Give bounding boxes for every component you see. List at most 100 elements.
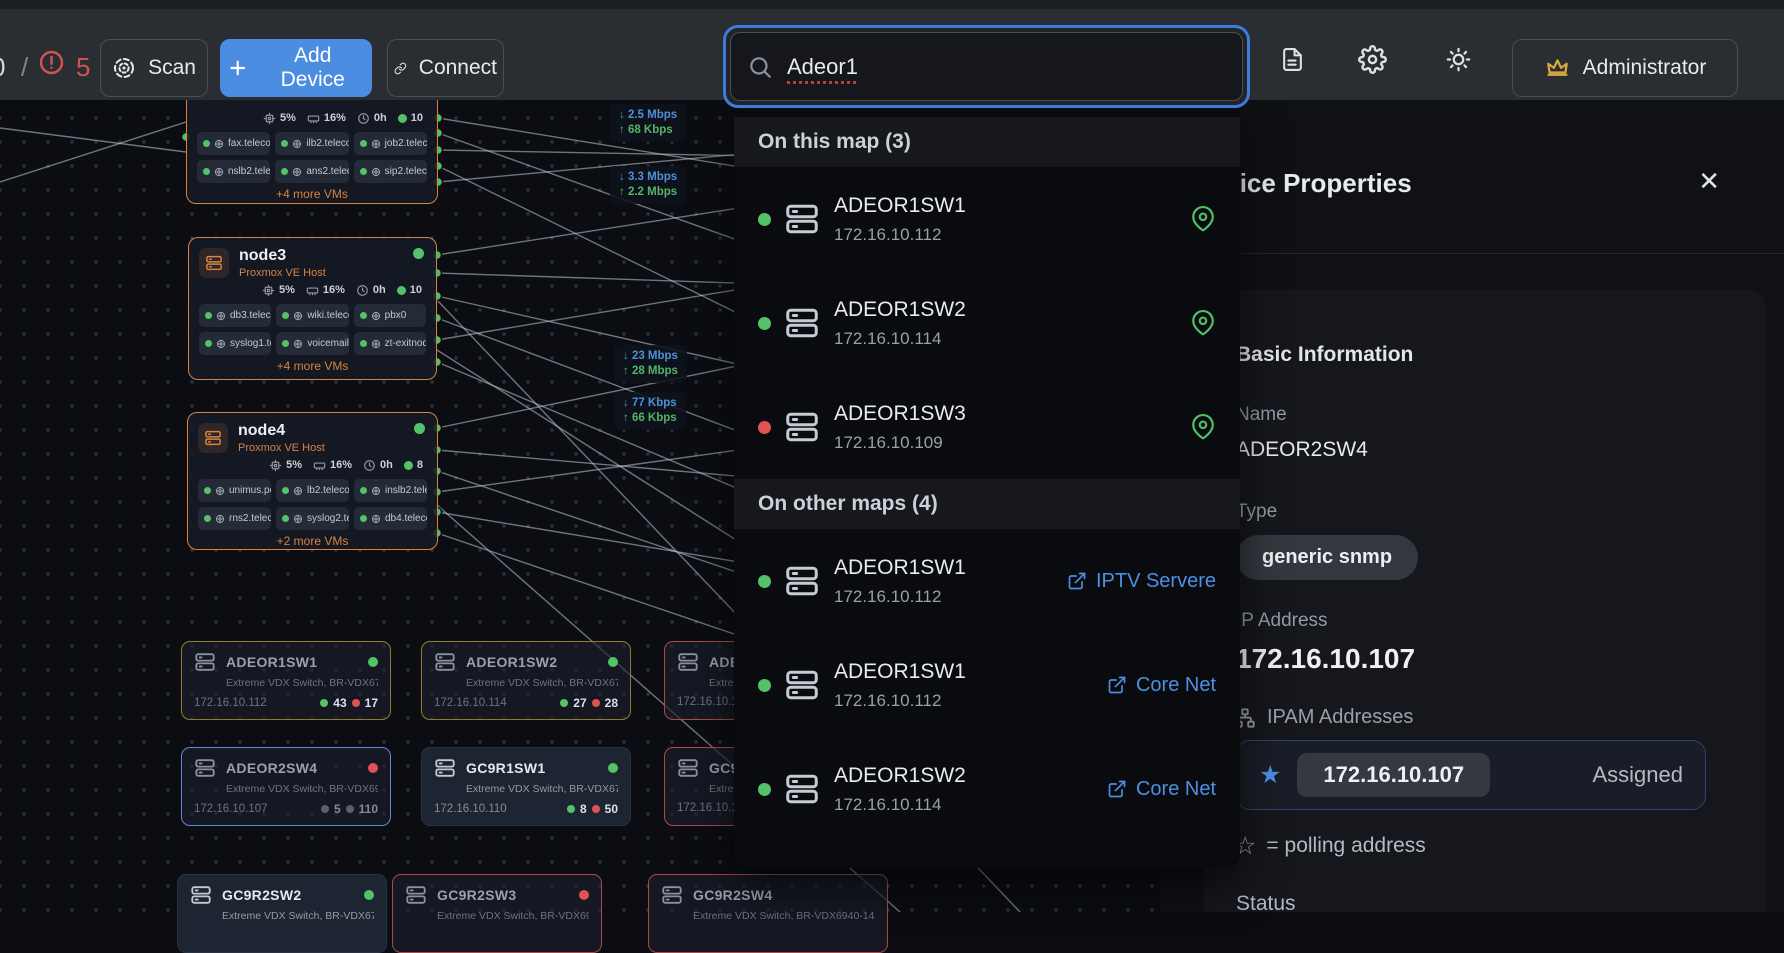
device-card-gc9r2sw3[interactable]: GC9R2SW3 Extreme VDX Switch, BR-VDX6940-… [392,874,602,953]
port-counters: 850 [567,802,618,816]
uptime-stat: 0h [363,459,393,472]
link-bandwidth-label: ↓ 23 Mbps↑ 28 Mbps [614,345,687,383]
switch-icon [677,651,699,673]
host-stats: 5% 16% 0h 10 [197,108,427,128]
device-name: GC9R2SW4 [693,887,772,903]
section-title: Basic Information [1236,343,1413,367]
device-ip: 172.16.10.1 [677,696,738,708]
status-dot-up [608,763,618,773]
section-on-other-maps: On other maps (4) [734,479,1240,529]
status-dot-up [414,423,425,434]
search-input[interactable]: Adeor1 [730,32,1243,101]
vm-chip[interactable]: pbx0 [354,304,426,327]
polling-star-icon[interactable]: ★ [1259,760,1281,790]
vm-chip[interactable]: wiki.teleco... [276,304,348,327]
vm-count-stat: 8 [404,459,423,471]
close-icon[interactable]: ✕ [1698,166,1720,197]
cpu-stat: 5% [262,284,295,297]
search-result-other-map[interactable]: ADEOR1SW2172.16.10.114 Core Net [734,737,1240,841]
vm-chip[interactable]: nslb2.telec... [197,160,270,183]
vm-chip[interactable]: sip2.teleco... [354,160,427,183]
ipam-status: Assigned [1592,762,1683,788]
port-counters: 5110 [321,802,378,816]
device-type-badge: generic snmp [1236,535,1418,580]
vm-chip[interactable]: db4.teleco... [354,507,427,530]
vm-chip[interactable]: unimus.po... [198,479,271,502]
external-link-icon [1107,779,1127,799]
ip-address-value: 172.16.10.107 [1236,643,1415,675]
vm-chip[interactable]: syslog2.tel... [276,507,349,530]
device-description: Extreme VDX Switch, BR-VDX6740T, Network… [466,677,618,689]
device-ip: 172.16.10.107 [194,803,268,815]
device-card-gc9r2sw4[interactable]: GC9R2SW4 Extreme VDX Switch, BR-VDX6940-… [648,874,888,953]
vm-list: db3.teleco... wiki.teleco... pbx0 syslog… [199,304,426,355]
port-counters: 4317 [320,696,378,710]
memory-stat: 16% [306,284,345,297]
open-map-link[interactable]: Core Net [1107,778,1216,801]
vm-chip[interactable]: rns2.telec... [198,507,271,530]
open-map-link[interactable]: Core Net [1107,674,1216,697]
vm-chip[interactable]: inslb2.tele... [354,479,427,502]
locate-on-map-icon[interactable] [1190,310,1216,336]
add-device-button[interactable]: Add Device [220,39,372,97]
status-dot-up [758,213,771,226]
device-card-gc9r1sw1[interactable]: GC9R1SW1 Extreme VDX Switch, BR-VDX6740,… [421,747,631,826]
ipam-address-pill: 172.16.10.107 [1297,753,1490,797]
connect-button[interactable]: Connect [387,39,504,97]
status-dot-down [368,763,378,773]
device-ip: 172.16.10.112 [194,697,267,709]
host-card-node3[interactable]: node3 Proxmox VE Host 5% 16% 0h 10 db3.t… [188,237,437,380]
switch-icon [784,667,820,703]
device-name: ADEOR1SW2 [466,654,557,670]
status-label: Status [1236,892,1296,916]
vm-chip[interactable]: syslog1.tel... [199,332,271,355]
device-card-adeor2sw4-selected[interactable]: ADEOR2SW4 Extreme VDX Switch, BR-VDX6940… [181,747,391,826]
switch-icon [405,884,427,906]
search-result-other-map[interactable]: ADEOR1SW1172.16.10.112 IPTV Servere [734,529,1240,633]
vm-chip[interactable]: voicemail1... [276,332,348,355]
alert-icon[interactable] [38,49,65,76]
search-result-adeor1sw1[interactable]: ADEOR1SW1172.16.10.112 [734,167,1240,271]
more-vms-link[interactable]: +4 more VMs [197,187,427,203]
device-ip: 172.16.10.110 [434,803,507,815]
more-vms-link[interactable]: +2 more VMs [198,534,427,550]
vm-chip[interactable]: lb2.teleco... [276,479,349,502]
proxmox-host-icon [199,248,229,278]
status-dot-down [579,890,589,900]
more-vms-link[interactable]: +4 more VMs [199,359,426,375]
radar-icon [112,56,136,80]
vm-chip[interactable]: ilb2.teleco... [275,132,348,155]
crown-icon [1544,55,1571,82]
theme-toggle-sun-icon[interactable] [1445,46,1472,73]
switch-icon [784,201,820,237]
host-card-node4[interactable]: node4 Proxmox VE Host 5% 16% 0h 8 unimus… [187,412,438,550]
device-card-gc9r2sw2[interactable]: GC9R2SW2 Extreme VDX Switch, BR-VDX6740T… [177,874,387,953]
search-value: Adeor1 [787,54,858,80]
gear-icon[interactable] [1358,45,1387,74]
device-card-adeor1sw1[interactable]: ADEOR1SW1 Extreme VDX Switch, BR-VDX6740… [181,641,391,720]
vm-chip[interactable]: fax.teleco... [197,132,270,155]
link-bandwidth-label: ↓ 77 Kbps↑ 66 Kbps [614,392,686,430]
search-result-adeor1sw2[interactable]: ADEOR1SW2172.16.10.114 [734,271,1240,375]
properties-card [1204,290,1766,912]
device-card-adeor1sw2[interactable]: ADEOR1SW2 Extreme VDX Switch, BR-VDX6740… [421,641,631,720]
document-icon[interactable] [1280,47,1305,72]
device-name: ADEOR1SW1 [226,654,317,670]
vm-chip[interactable]: ans2.telec... [275,160,348,183]
device-name: GC9R2SW2 [222,887,301,903]
vm-chip[interactable]: db3.teleco... [199,304,271,327]
ipam-address-row[interactable]: ★ 172.16.10.107 Assigned [1236,740,1706,810]
scan-button[interactable]: Scan [100,39,208,97]
search-result-other-map[interactable]: ADEOR1SW1172.16.10.112 Core Net [734,633,1240,737]
locate-on-map-icon[interactable] [1190,206,1216,232]
locate-on-map-icon[interactable] [1190,414,1216,440]
vm-chip[interactable]: zt-exitnod... [354,332,426,355]
vm-chip[interactable]: job2.telec... [354,132,427,155]
host-stats: 5% 16% 0h 8 [198,455,427,475]
open-map-link[interactable]: IPTV Servere [1067,570,1216,593]
search-result-adeor1sw3[interactable]: ADEOR1SW3172.16.10.109 [734,375,1240,479]
administrator-button[interactable]: Administrator [1512,39,1738,97]
status-dot-up [758,575,771,588]
vm-list: unimus.po... lb2.teleco... inslb2.tele..… [198,479,427,530]
device-name: GC9R2SW3 [437,887,516,903]
